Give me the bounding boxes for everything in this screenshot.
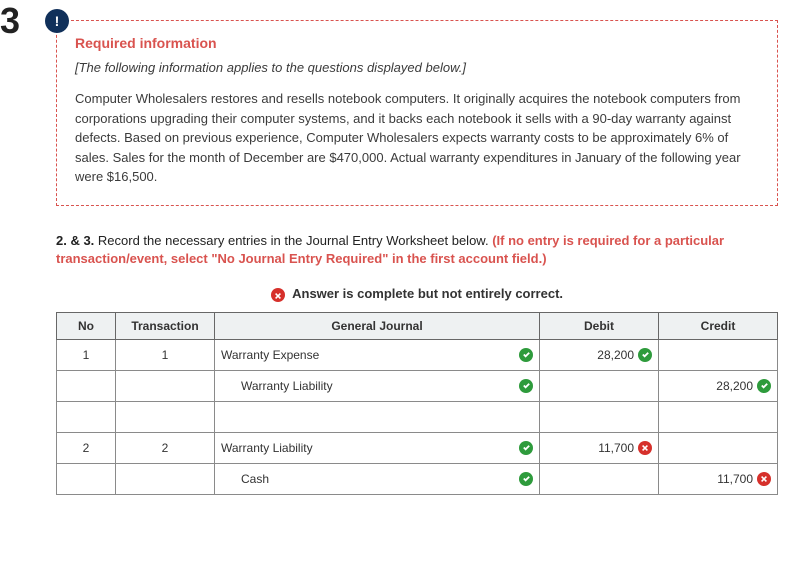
required-info-body: Computer Wholesalers restores and resell… (75, 89, 759, 187)
cell-credit[interactable]: 28,200 (659, 370, 778, 401)
cell-no (57, 370, 116, 401)
header-transaction: Transaction (116, 312, 215, 339)
cell-credit[interactable]: 11,700 (659, 463, 778, 494)
table-row: 2 2 Warranty Liability 11,700 (57, 432, 778, 463)
required-info-box: ! Required information [The following in… (56, 20, 778, 206)
x-icon (757, 472, 771, 486)
cell-account[interactable]: Warranty Liability (215, 432, 540, 463)
instruction-text: 2. & 3. Record the necessary entries in … (56, 232, 778, 268)
header-general-journal: General Journal (215, 312, 540, 339)
cell-debit[interactable]: 11,700 (540, 432, 659, 463)
credit-amount: 11,700 (717, 472, 753, 486)
alert-badge-icon: ! (45, 9, 69, 33)
answer-status-text: Answer is complete but not entirely corr… (292, 286, 563, 301)
header-debit: Debit (540, 312, 659, 339)
cell-credit[interactable] (659, 339, 778, 370)
journal-table: No Transaction General Journal Debit Cre… (56, 312, 778, 495)
check-icon (519, 379, 533, 393)
cell-trans (116, 370, 215, 401)
required-info-title: Required information (75, 35, 759, 51)
cell-trans: 1 (116, 339, 215, 370)
cell-trans (116, 463, 215, 494)
cell-no (57, 463, 116, 494)
answer-status-banner: Answer is complete but not entirely corr… (48, 278, 786, 312)
cell-account[interactable]: Cash (215, 463, 540, 494)
table-row: Cash 11,700 (57, 463, 778, 494)
instruction-lead: 2. & 3. (56, 233, 94, 248)
header-credit: Credit (659, 312, 778, 339)
required-info-intro: [The following information applies to th… (75, 59, 759, 77)
check-icon (757, 379, 771, 393)
cell-account[interactable]: Warranty Liability (215, 370, 540, 401)
table-row-spacer (57, 401, 778, 432)
cell-trans: 2 (116, 432, 215, 463)
question-number-large: 3 (0, 0, 20, 42)
credit-amount: 28,200 (716, 379, 753, 393)
instruction-body: Record the necessary entries in the Jour… (94, 233, 492, 248)
cell-debit[interactable] (540, 370, 659, 401)
header-no: No (57, 312, 116, 339)
cell-debit[interactable]: 28,200 (540, 339, 659, 370)
cell-credit[interactable] (659, 432, 778, 463)
check-icon (638, 348, 652, 362)
account-name: Warranty Liability (221, 379, 333, 393)
x-icon (271, 288, 285, 302)
cell-debit[interactable] (540, 463, 659, 494)
debit-amount: 11,700 (598, 441, 634, 455)
account-name: Cash (221, 472, 269, 486)
table-row: Warranty Liability 28,200 (57, 370, 778, 401)
account-name: Warranty Liability (221, 441, 313, 455)
check-icon (519, 441, 533, 455)
check-icon (519, 472, 533, 486)
cell-no: 1 (57, 339, 116, 370)
debit-amount: 28,200 (597, 348, 634, 362)
account-name: Warranty Expense (221, 348, 319, 362)
cell-no: 2 (57, 432, 116, 463)
check-icon (519, 348, 533, 362)
table-row: 1 1 Warranty Expense 28,200 (57, 339, 778, 370)
cell-account[interactable]: Warranty Expense (215, 339, 540, 370)
x-icon (638, 441, 652, 455)
